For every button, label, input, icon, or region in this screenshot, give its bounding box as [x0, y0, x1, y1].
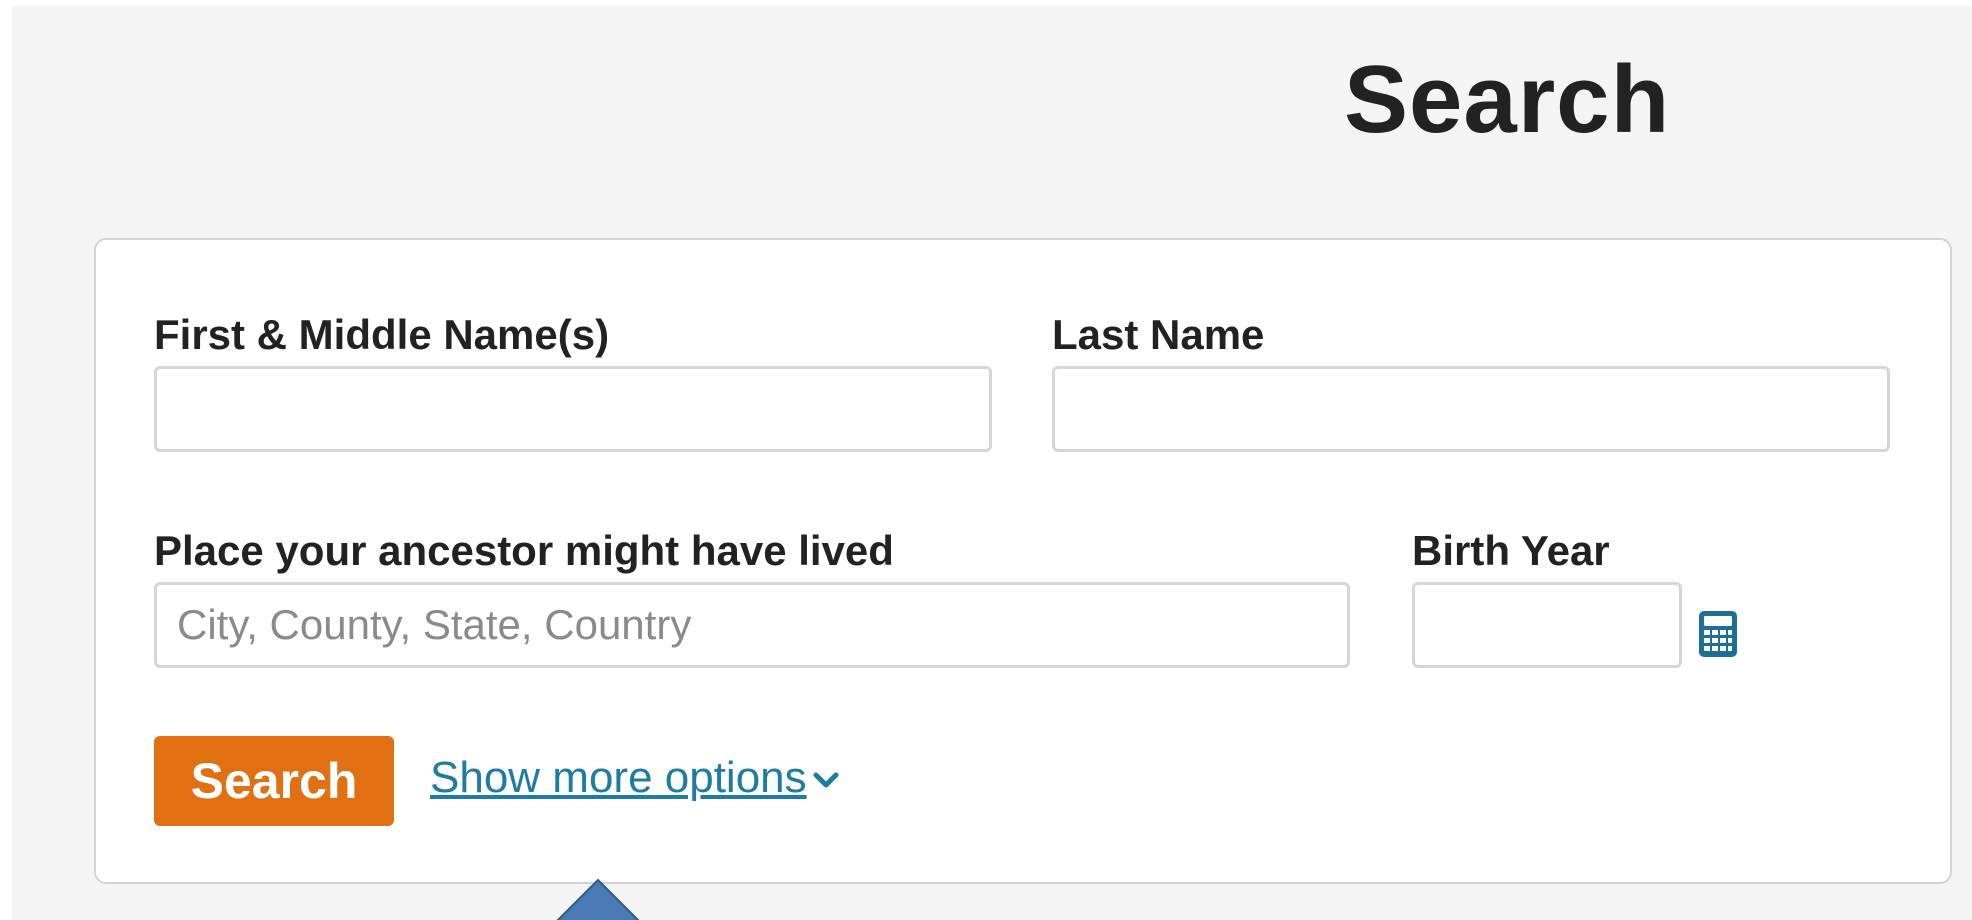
last-name-field[interactable]	[1052, 366, 1890, 452]
calculator-icon[interactable]	[1698, 610, 1738, 658]
birth-year-field[interactable]	[1412, 582, 1682, 668]
last-name-label: Last Name	[1052, 311, 1265, 358]
place-field[interactable]: City, County, State, Country	[154, 582, 1350, 668]
show-more-options-label[interactable]: Show more options	[430, 753, 807, 802]
show-more-options-link[interactable]: Show more options	[430, 750, 839, 806]
place-label: Place your ancestor might have lived	[154, 527, 894, 574]
pointer-arrow-shape	[556, 878, 640, 920]
chevron-down-icon[interactable]	[813, 771, 839, 789]
search-button[interactable]: Search	[154, 736, 394, 826]
first-name-field[interactable]	[154, 366, 992, 452]
birth-year-label: Birth Year	[1412, 527, 1610, 574]
first-name-label: First & Middle Name(s)	[154, 311, 610, 358]
place-placeholder: City, County, State, Country	[177, 601, 692, 648]
page-title: Search	[1344, 46, 1671, 153]
